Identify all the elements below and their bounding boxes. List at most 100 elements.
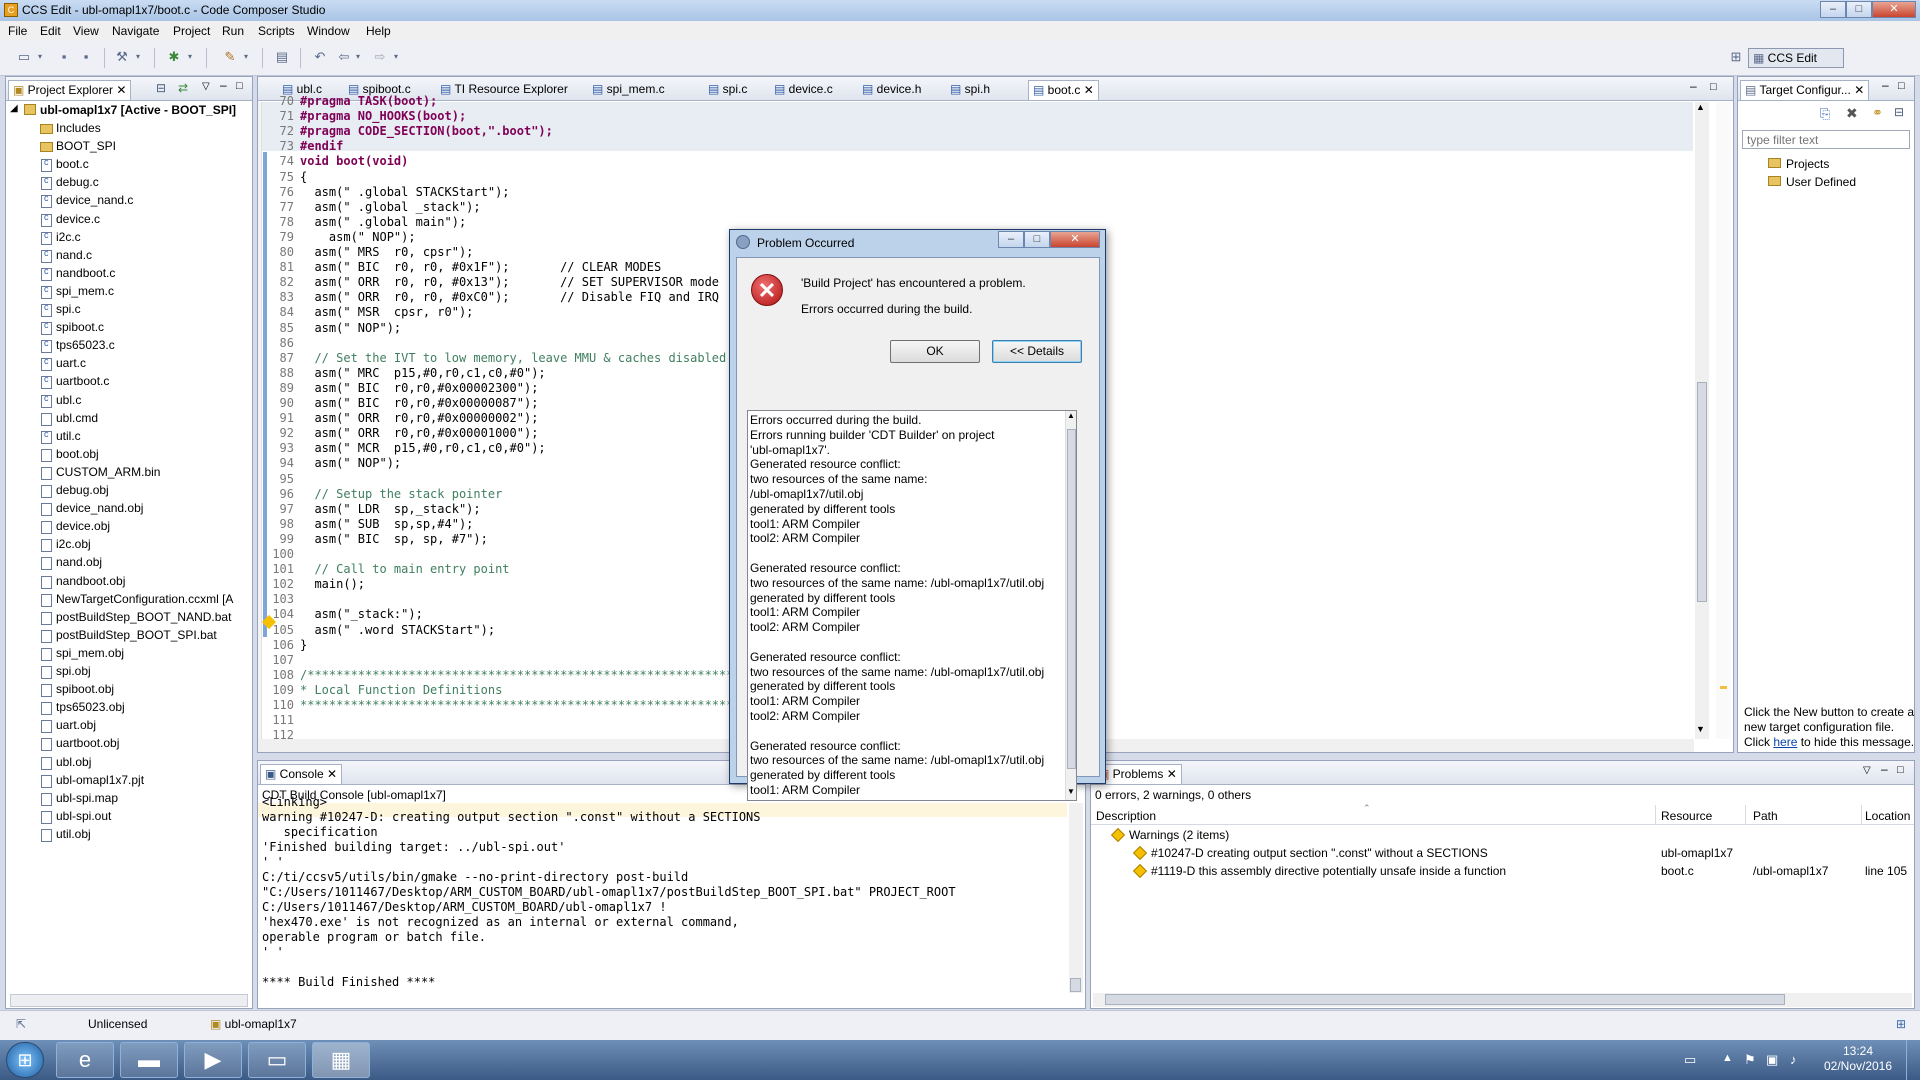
filter-input[interactable] [1742,130,1910,149]
ok-button[interactable]: OK [890,340,980,363]
editor-tab[interactable]: ▤ TI Resource Explorer [436,80,572,100]
hide-message-link[interactable]: here [1773,735,1797,749]
editor-minimize-icon[interactable]: – [1690,79,1697,93]
project-file-item[interactable]: debug.c [41,175,99,193]
project-file-item[interactable]: device_nand.c [41,193,133,211]
close-icon[interactable]: ✕ [327,767,337,781]
console-scroll-thumb[interactable] [1070,978,1081,992]
scroll-up-icon[interactable]: ▲ [1696,102,1705,112]
details-toggle-button[interactable]: << Details [992,340,1082,363]
project-file-item[interactable]: uartboot.c [41,374,109,392]
back-arrow-icon[interactable]: ⇦ [336,49,352,65]
expand-arrow-icon[interactable]: ◢ [10,103,18,114]
folder-taskbar-icon[interactable]: ▭ [248,1042,306,1078]
editor-tab[interactable]: ▤ boot.c ✕ [1028,80,1099,100]
menu-edit[interactable]: Edit [40,24,61,38]
delete-config-icon[interactable]: ✖ [1846,105,1858,122]
forward-dropdown-icon[interactable]: ▾ [392,49,400,65]
new-dropdown-icon[interactable]: ▾ [36,49,44,65]
view-menu-icon[interactable]: ▽ [202,81,210,92]
column-description[interactable]: Description [1096,809,1156,823]
close-icon[interactable]: ✕ [116,83,126,97]
project-file-item[interactable]: tps65023.obj [41,700,125,718]
menu-project[interactable]: Project [173,24,210,38]
dialog-maximize-button[interactable]: □ [1024,231,1050,248]
flash-dropdown-icon[interactable]: ▾ [242,49,250,65]
fast-view-icon[interactable]: ⇱ [16,1017,26,1031]
editor-vscrollbar[interactable]: ▲ ▼ [1695,102,1709,739]
menu-file[interactable]: File [8,24,27,38]
console-output[interactable]: <Linking> warning #10247-D: creating outp… [258,795,1067,993]
project-file-item[interactable]: ubl.c [41,393,81,411]
clock[interactable]: 13:24 02/Nov/2016 [1818,1044,1898,1074]
tray-display-icon[interactable]: ▣ [1766,1052,1778,1068]
tree-user-defined[interactable]: User Defined [1768,175,1856,189]
project-file-item[interactable]: uart.c [41,356,86,374]
project-file-item[interactable]: device.c [41,212,100,230]
perspective-ccs-edit[interactable]: ▦ CCS Edit [1748,48,1844,68]
menu-view[interactable]: View [73,24,99,38]
minimize-button[interactable]: – [1820,1,1846,18]
tray-expand-icon[interactable]: ▲ [1722,1052,1733,1064]
project-file-item[interactable]: boot.obj [41,447,99,465]
dialog-close-button[interactable]: ✕ [1050,231,1100,248]
minimize-view-icon[interactable]: – [1881,762,1888,776]
column-path[interactable]: Path [1745,809,1778,823]
project-file-item[interactable]: util.c [41,429,81,447]
project-file-item[interactable]: boot.c [41,157,89,175]
project-file-item[interactable]: spi.obj [41,664,91,682]
project-file-item[interactable]: spiboot.c [41,320,104,338]
project-file-item[interactable]: spi.c [41,302,81,320]
project-file-item[interactable]: spiboot.obj [41,682,114,700]
problem-row-1[interactable]: #10247-D creating output section ".const… [1132,845,1488,861]
tray-volume-icon[interactable]: ♪ [1790,1052,1797,1067]
link-editor-icon[interactable]: ⇄ [178,81,188,95]
overview-ruler[interactable] [1716,102,1731,739]
project-file-item[interactable]: tps65023.c [41,338,115,356]
flash-icon[interactable]: ✎ [222,49,238,65]
project-file-item[interactable]: nandboot.obj [41,574,125,592]
save-all-icon[interactable]: ▪ [78,49,94,65]
project-file-item[interactable]: spi_mem.c [41,284,114,302]
forward-arrow-icon[interactable]: ⇨ [372,49,388,65]
project-file-item[interactable]: device_nand.obj [41,501,143,519]
problem-row-2[interactable]: #1119-D this assembly directive potentia… [1132,863,1506,879]
project-file-item[interactable]: ubl-spi.out [41,809,111,827]
project-file-item[interactable]: debug.obj [41,483,109,501]
start-button[interactable]: ⊞ [6,1042,44,1078]
close-button[interactable]: ✕ [1872,1,1916,18]
close-icon[interactable]: ✕ [1167,767,1177,781]
open-perspective-icon[interactable]: ⊞ [1728,49,1744,65]
build-hammer-icon[interactable]: ⚒ [114,49,130,65]
project-file-item[interactable]: postBuildStep_BOOT_SPI.bat [41,628,217,646]
editor-tab[interactable]: ▤ spi_mem.c [588,80,669,100]
maximize-view-icon[interactable]: □ [1898,80,1905,92]
editor-tab[interactable]: ▤ spi.h [946,80,994,100]
save-icon[interactable]: ▪ [56,49,72,65]
debug-dropdown-icon[interactable]: ▾ [186,49,194,65]
tree-projects[interactable]: Projects [1768,157,1829,171]
view-menu-icon[interactable]: ▽ [1863,765,1871,776]
project-file-item[interactable]: nandboot.c [41,266,115,284]
column-location[interactable]: Location [1861,809,1910,823]
problems-hscrollbar[interactable] [1093,993,1912,1007]
editor-tab[interactable]: ▤ device.h [858,80,925,100]
project-file-item[interactable]: i2c.obj [41,537,91,555]
new-icon[interactable]: ▭ [16,49,32,65]
project-file-item[interactable]: CUSTOM_ARM.bin [41,465,160,483]
project-file-item[interactable]: postBuildStep_BOOT_NAND.bat [41,610,231,628]
project-file-item[interactable]: ubl-omapl1x7.pjt [41,773,144,791]
column-resource[interactable]: Resource [1655,809,1712,823]
project-file-item[interactable]: nand.obj [41,555,102,573]
ie-taskbar-icon[interactable]: e [56,1042,114,1078]
project-file-item[interactable]: Includes [40,121,101,139]
scroll-down-icon[interactable]: ▼ [1696,724,1705,734]
maximize-view-icon[interactable]: □ [1897,764,1904,776]
details-scroll-thumb[interactable] [1067,429,1076,769]
project-file-item[interactable]: util.obj [41,827,91,845]
close-icon[interactable]: ✕ [1854,83,1864,97]
menu-scripts[interactable]: Scripts [258,24,295,38]
scroll-up-icon[interactable]: ▲ [1067,411,1075,420]
tab-problems[interactable]: ▣ Problems ✕ [1093,764,1182,784]
project-file-item[interactable]: BOOT_SPI [40,139,116,157]
